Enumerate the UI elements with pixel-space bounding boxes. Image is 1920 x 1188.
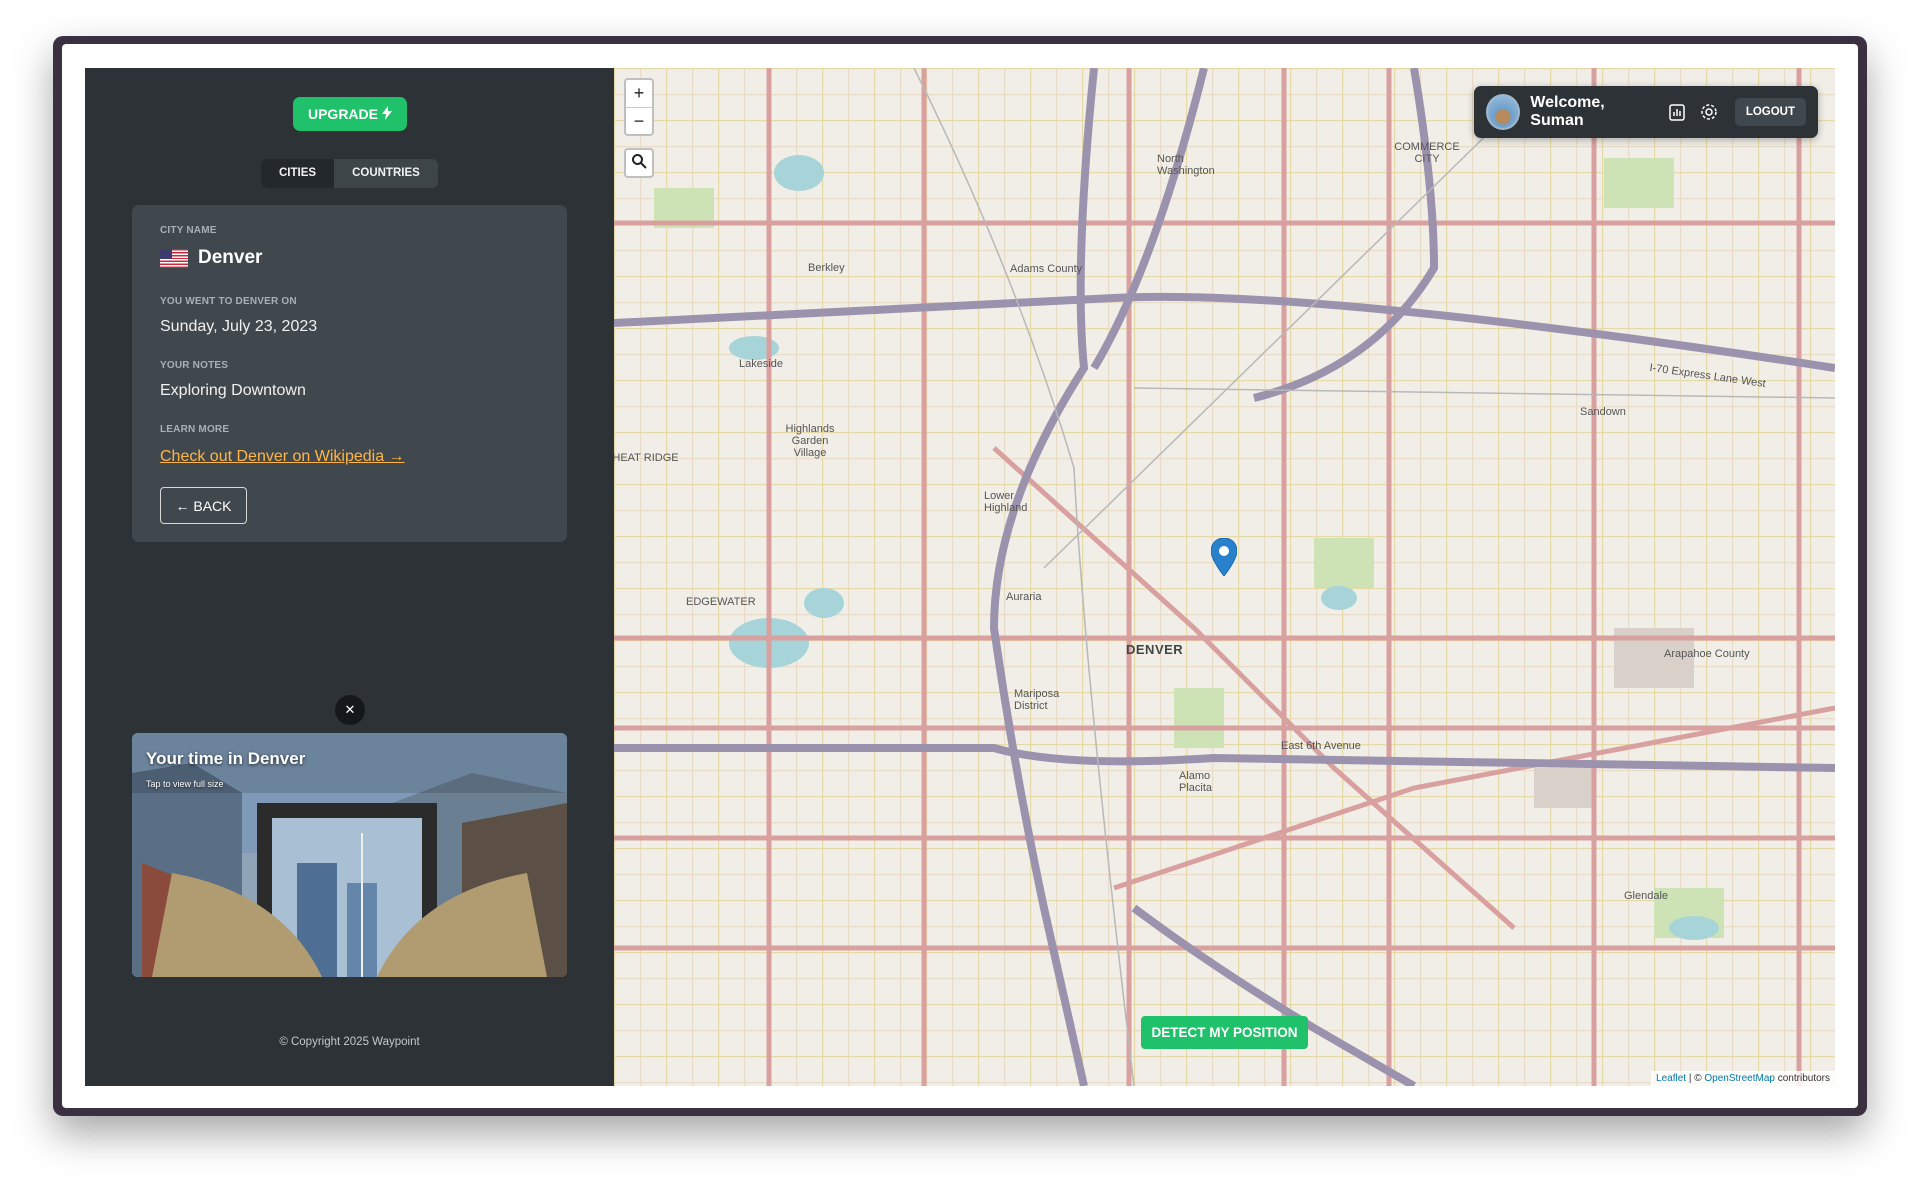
map-label-berkley: Berkley	[808, 262, 845, 274]
notes-label: YOUR NOTES	[160, 360, 229, 371]
avatar[interactable]	[1486, 94, 1521, 130]
zoom-in-button[interactable]: +	[626, 80, 652, 107]
zoom-control: + −	[624, 78, 654, 136]
map-label-glendale: Glendale	[1624, 890, 1669, 902]
map-label-edgewater: EDGEWATER	[686, 596, 756, 608]
map-label-wheat-ridge: WHEAT RIDGE	[614, 452, 679, 464]
visit-date: Sunday, July 23, 2023	[160, 318, 318, 335]
chart-icon[interactable]	[1665, 100, 1688, 124]
notes-value: Exploring Downtown	[160, 382, 306, 399]
city-heading: Denver	[160, 247, 262, 269]
us-flag-icon	[160, 248, 188, 268]
city-name-label: CITY NAME	[160, 225, 217, 236]
attribution-tail: contributors	[1774, 1073, 1830, 1084]
leaflet-link[interactable]: Leaflet	[1656, 1073, 1686, 1084]
city-name: Denver	[198, 247, 263, 268]
copyright-text: © Copyright 2025 Waypoint	[279, 1036, 420, 1048]
logout-button[interactable]: LOGOUT	[1734, 98, 1807, 126]
map-label-auraria: Auraria	[1006, 591, 1042, 603]
map-search-button[interactable]	[624, 148, 654, 178]
zoom-out-button[interactable]: −	[626, 107, 652, 134]
back-button[interactable]: ← BACK	[160, 487, 247, 524]
city-photo[interactable]: Your time in Denver Tap to view full siz…	[132, 733, 567, 977]
search-icon	[631, 153, 647, 174]
wikipedia-link[interactable]: Check out Denver on Wikipedia →	[160, 448, 405, 466]
photo-image	[132, 733, 567, 977]
welcome-text: Welcome, Suman	[1530, 94, 1605, 129]
tab-bar: CITIES COUNTRIES	[261, 159, 438, 188]
map-label-mariposa-district: Mariposa District	[1014, 688, 1060, 712]
photo-title: Your time in Denver	[146, 749, 306, 768]
map-label-lakeside: Lakeside	[739, 358, 784, 370]
map-label-commerce-city: COMMERCE CITY	[1394, 141, 1460, 165]
learn-more-label: LEARN MORE	[160, 424, 230, 435]
map-label-alamo-placita: Alamo Placita	[1179, 770, 1213, 794]
tab-cities[interactable]: CITIES	[261, 159, 335, 188]
attribution-separator: | ©	[1686, 1073, 1705, 1084]
location-pin-icon[interactable]	[1210, 537, 1238, 581]
map-area[interactable]: DENVER COMMERCE CITY EDGEWATER WHEAT RID…	[614, 68, 1835, 1086]
visit-date-label: YOU WENT TO DENVER ON	[160, 296, 297, 307]
upgrade-label: UPGRADE	[307, 106, 378, 122]
close-icon[interactable]: ✕	[335, 695, 365, 725]
city-details-card: CITY NAME Denver YOU WENT TO DENVER ON S…	[132, 205, 567, 542]
openstreetmap-link[interactable]: OpenStreetMap	[1704, 1073, 1775, 1084]
map-attribution: Leaflet | © OpenStreetMap contributors	[1651, 1071, 1835, 1086]
upgrade-button[interactable]: UPGRADE	[293, 97, 407, 131]
photo-subtitle: Tap to view full size	[146, 779, 224, 789]
user-panel: Welcome, Suman LOGOUT	[1474, 86, 1818, 138]
map-label-lower-highland: Lower Highland	[984, 490, 1028, 514]
app-window: UPGRADE CITIES COUNTRIES CITY NAME Denve…	[85, 68, 1835, 1086]
map-label-arapahoe-county: Arapahoe County	[1664, 648, 1750, 660]
map-label-east-6th-avenue: East 6th Avenue	[1281, 740, 1361, 752]
tab-countries[interactable]: COUNTRIES	[334, 159, 438, 188]
map-label-north-washington: North Washington	[1157, 153, 1215, 177]
lightning-icon	[382, 105, 392, 123]
map-label-adams-county: Adams County	[1010, 263, 1083, 275]
gear-icon[interactable]	[1698, 100, 1721, 124]
detect-position-button[interactable]: DETECT MY POSITION	[1141, 1016, 1308, 1049]
map-label-sandown: Sandown	[1580, 406, 1626, 418]
map-label-highlands-garden-village: Highlands Garden Village	[785, 423, 835, 459]
sidebar: UPGRADE CITIES COUNTRIES CITY NAME Denve…	[85, 68, 614, 1086]
map-label-denver: DENVER	[1126, 642, 1184, 657]
